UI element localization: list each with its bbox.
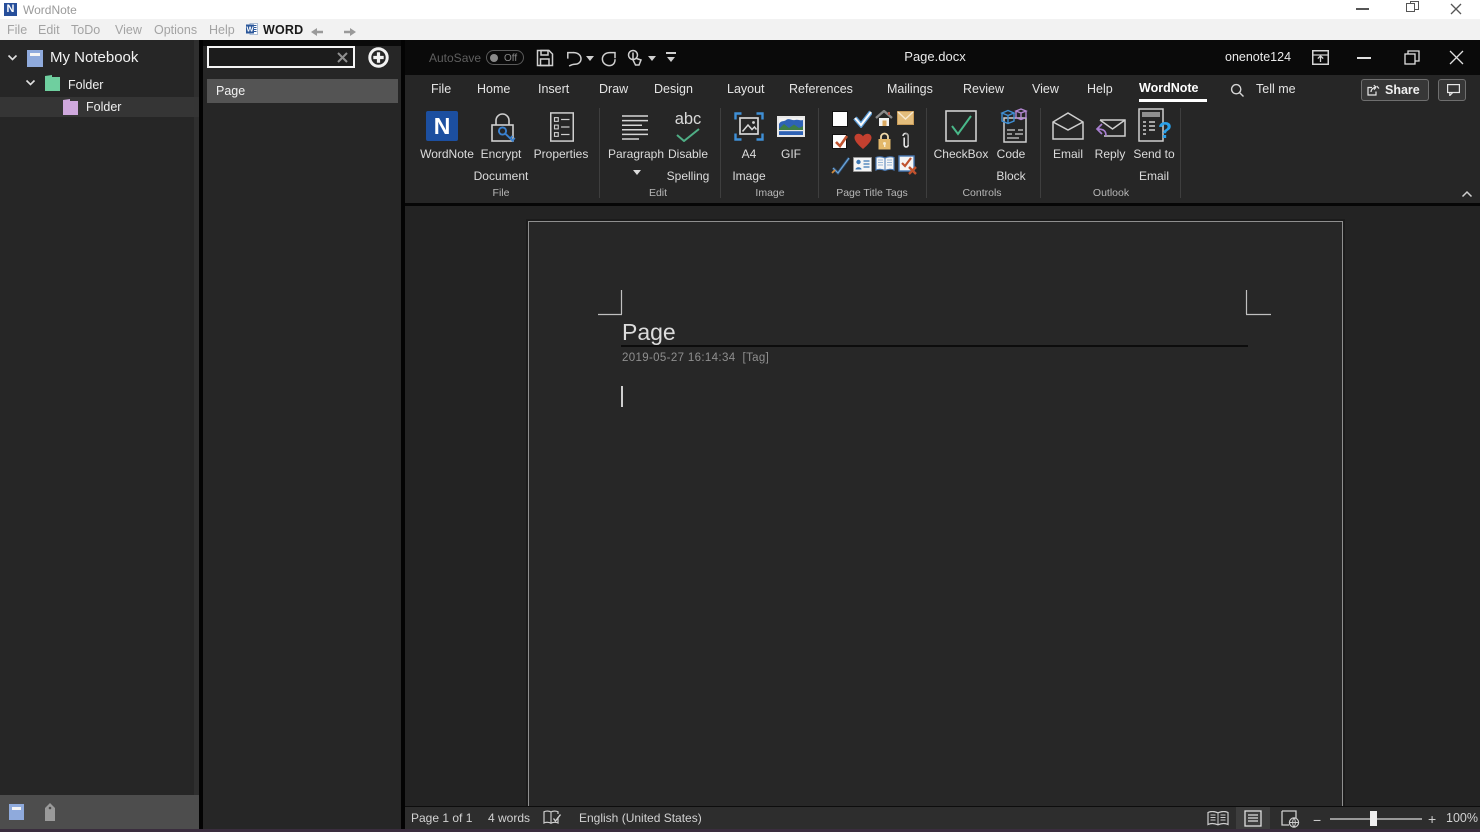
svg-text:W: W xyxy=(246,25,254,34)
svg-text:?: ? xyxy=(1158,117,1172,143)
